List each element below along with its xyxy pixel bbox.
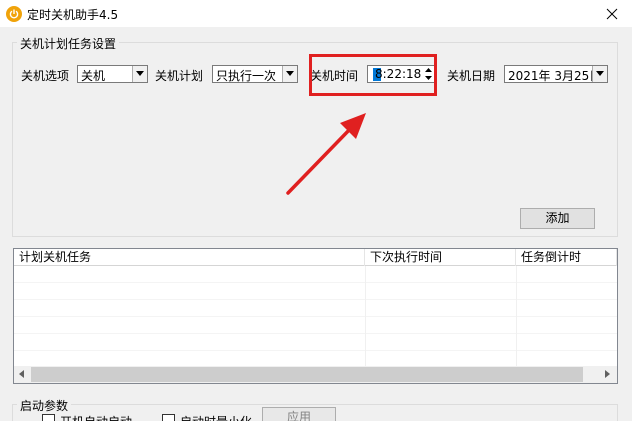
list-row — [14, 283, 617, 300]
time-highlight-box — [309, 54, 437, 96]
startup-params-legend: 启动参数 — [17, 397, 72, 414]
shutdown-option-label: 关机选项 — [21, 69, 70, 83]
apply-button[interactable]: 应用 — [262, 407, 336, 421]
chevron-left-icon — [19, 370, 24, 378]
task-list-header: 计划关机任务 下次执行时间 任务倒计时 — [14, 249, 617, 266]
start-minimized-label: 启动时最小化 — [180, 413, 252, 421]
horizontal-scrollbar[interactable] — [14, 366, 617, 383]
shutdown-plan-label: 关机计划 — [155, 69, 204, 83]
list-row — [14, 266, 617, 283]
list-row — [14, 300, 617, 317]
shutdown-option-value: 关机 — [81, 69, 106, 83]
date-dropdown-button[interactable] — [592, 66, 607, 82]
task-list-body — [14, 266, 617, 366]
start-minimized-checkbox[interactable] — [162, 414, 175, 421]
chevron-down-icon — [136, 71, 144, 76]
column-divider — [365, 266, 366, 366]
shutdown-date-label: 关机日期 — [447, 69, 496, 83]
annotation-arrow-icon — [286, 113, 366, 195]
shutdown-option-dropdown-button[interactable] — [132, 66, 147, 82]
chevron-down-icon — [596, 71, 604, 76]
window-title: 定时关机助手4.5 — [27, 8, 119, 22]
scroll-right-button[interactable] — [600, 366, 617, 383]
column-header-countdown[interactable]: 任务倒计时 — [516, 249, 617, 266]
column-header-next-run[interactable]: 下次执行时间 — [365, 249, 516, 266]
scroll-left-button[interactable] — [14, 366, 31, 383]
power-icon — [6, 6, 22, 22]
scrollbar-thumb[interactable] — [31, 367, 583, 382]
shutdown-plan-value: 只执行一次 — [216, 69, 277, 83]
column-header-task[interactable]: 计划关机任务 — [14, 249, 365, 266]
chevron-right-icon — [605, 370, 610, 378]
close-button[interactable] — [592, 0, 632, 28]
chevron-down-icon — [286, 71, 294, 76]
list-row — [14, 334, 617, 351]
auto-start-label: 开机自动启动 — [60, 413, 132, 421]
shutdown-plan-dropdown-button[interactable] — [282, 66, 297, 82]
column-divider — [516, 266, 517, 366]
title-bar: 定时关机助手4.5 — [0, 0, 632, 28]
shutdown-date-picker[interactable]: 2021年 3月25日 — [504, 65, 608, 83]
task-list[interactable]: 计划关机任务 下次执行时间 任务倒计时 — [13, 248, 618, 384]
auto-start-checkbox[interactable] — [42, 414, 55, 421]
shutdown-plan-select[interactable]: 只执行一次 — [212, 65, 298, 83]
list-row — [14, 317, 617, 334]
shutdown-option-select[interactable]: 关机 — [77, 65, 148, 83]
shutdown-plan-legend: 关机计划任务设置 — [17, 35, 120, 52]
close-icon — [606, 8, 618, 20]
add-task-button[interactable]: 添加 — [520, 208, 595, 229]
shutdown-date-value: 2021年 3月25日 — [508, 69, 602, 83]
